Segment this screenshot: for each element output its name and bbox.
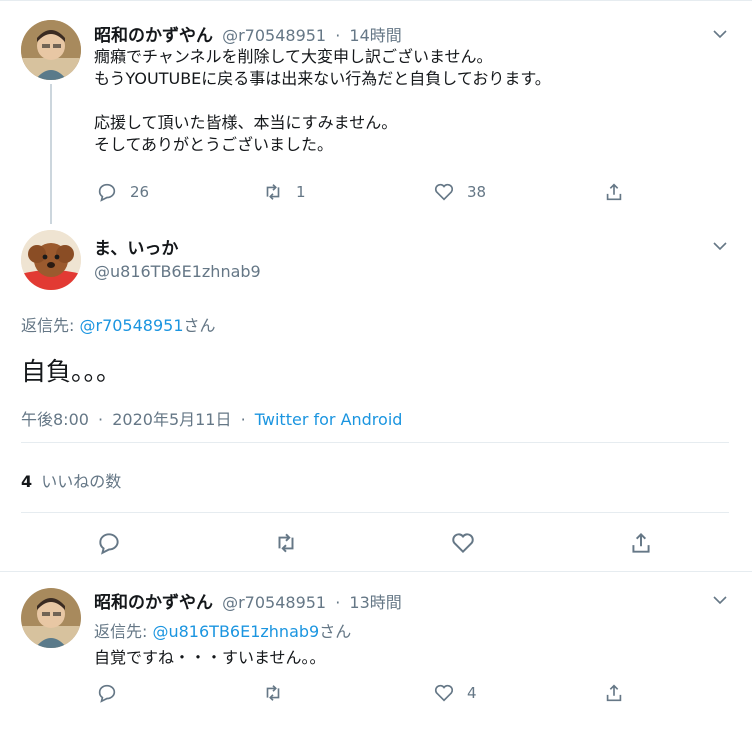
tweet-time[interactable]: 午後8:00 bbox=[21, 410, 89, 429]
reply-to-handle[interactable]: @u816TB6E1zhnab9 bbox=[152, 622, 319, 641]
reply-to-suffix: さん bbox=[319, 622, 352, 641]
reply-button[interactable]: 26 bbox=[96, 181, 149, 203]
reply-to-handle[interactable]: @r70548951 bbox=[79, 316, 183, 335]
separator: · bbox=[335, 26, 341, 45]
share-icon bbox=[632, 532, 650, 553]
like-count: 4 bbox=[467, 684, 477, 702]
chevron-down-icon bbox=[713, 596, 727, 605]
reply-icon bbox=[99, 533, 119, 555]
tweet-meta: 午後8:00 · 2020年5月11日 · Twitter for Androi… bbox=[21, 406, 402, 430]
likes-count: 4 bbox=[21, 472, 33, 491]
tweet-date[interactable]: 2020年5月11日 bbox=[112, 410, 231, 429]
reply-to: 返信先: @r70548951さん bbox=[21, 312, 216, 336]
reply-icon bbox=[98, 684, 116, 703]
reply-icon bbox=[98, 183, 116, 202]
user-handle[interactable]: @r70548951 bbox=[222, 593, 326, 612]
likes-stat[interactable]: 4 いいねの数 bbox=[21, 468, 121, 492]
reply-button[interactable] bbox=[96, 682, 118, 704]
tweet-header: 昭和のかずやん @r70548951 · 14時間 bbox=[94, 21, 402, 46]
retweet-count: 1 bbox=[296, 183, 306, 201]
share-icon bbox=[606, 183, 622, 201]
likes-label: いいねの数 bbox=[41, 472, 122, 491]
display-name[interactable]: ま、いっか bbox=[94, 234, 178, 259]
reply-to-prefix: 返信先: bbox=[21, 316, 80, 335]
avatar[interactable] bbox=[21, 20, 81, 80]
divider bbox=[21, 512, 729, 513]
display-name-text: ま、いっか bbox=[94, 239, 179, 259]
timestamp[interactable]: 13時間 bbox=[349, 593, 401, 612]
separator: · bbox=[98, 410, 104, 429]
chevron-down-icon bbox=[713, 242, 727, 251]
user-handle[interactable]: @r70548951 bbox=[222, 26, 326, 45]
thread-line bbox=[50, 84, 52, 224]
retweet-button[interactable] bbox=[262, 682, 284, 704]
share-button[interactable] bbox=[603, 682, 625, 704]
reply-count: 26 bbox=[130, 183, 150, 201]
tweet-text: 自負。。。 bbox=[21, 357, 122, 386]
reply-to-suffix: さん bbox=[183, 316, 216, 335]
timestamp[interactable]: 14時間 bbox=[349, 26, 401, 45]
tweet-text: 癇癪でチャンネルを削除して大変申し訳ございません。 もうYOUTUBEに戻る事は… bbox=[94, 47, 551, 154]
retweet-icon bbox=[278, 533, 294, 553]
reply-button[interactable] bbox=[96, 530, 122, 560]
reply-to-prefix: 返信先: bbox=[94, 622, 153, 641]
divider bbox=[21, 442, 729, 443]
tweet-header: 昭和のかずやん @r70548951 · 13時間 bbox=[94, 588, 402, 613]
share-icon bbox=[606, 684, 622, 702]
reply-to: 返信先: @u816TB6E1zhnab9さん bbox=[94, 618, 351, 642]
tweet-2-focused: ま、いっか @u816TB6E1zhnab9 返信先: @r70548951さん… bbox=[0, 222, 752, 572]
share-button[interactable] bbox=[603, 181, 625, 203]
display-name[interactable]: 昭和のかずやん bbox=[94, 593, 213, 613]
like-count: 38 bbox=[467, 183, 487, 201]
retweet-icon bbox=[266, 184, 280, 200]
tweet-client[interactable]: Twitter for Android bbox=[255, 410, 403, 429]
heart-icon bbox=[434, 183, 454, 201]
like-button[interactable]: 4 bbox=[433, 682, 477, 704]
retweet-icon bbox=[266, 685, 280, 701]
separator: · bbox=[240, 410, 246, 429]
tweet-1[interactable]: 昭和のかずやん @r70548951 · 14時間 癇癪でチャンネルを削除して大… bbox=[0, 0, 752, 224]
like-button[interactable]: 38 bbox=[433, 181, 486, 203]
avatar[interactable] bbox=[21, 230, 81, 290]
separator: · bbox=[335, 593, 341, 612]
heart-icon bbox=[452, 533, 474, 554]
more-button[interactable] bbox=[712, 26, 728, 46]
tweet-3[interactable]: 昭和のかずやん @r70548951 · 13時間 返信先: @u816TB6E… bbox=[0, 572, 752, 732]
more-button[interactable] bbox=[712, 592, 728, 612]
like-button[interactable] bbox=[450, 530, 476, 560]
display-name[interactable]: 昭和のかずやん bbox=[94, 26, 213, 46]
retweet-button[interactable]: 1 bbox=[262, 181, 306, 203]
tweet-text: 自覚ですね・・・すいません。。 bbox=[94, 648, 326, 667]
heart-icon bbox=[434, 684, 454, 702]
user-handle[interactable]: @u816TB6E1zhnab9 bbox=[94, 262, 261, 281]
chevron-down-icon bbox=[713, 30, 727, 39]
more-button[interactable] bbox=[712, 238, 728, 258]
share-button[interactable] bbox=[628, 530, 654, 560]
avatar[interactable] bbox=[21, 588, 81, 648]
retweet-button[interactable] bbox=[273, 530, 299, 560]
